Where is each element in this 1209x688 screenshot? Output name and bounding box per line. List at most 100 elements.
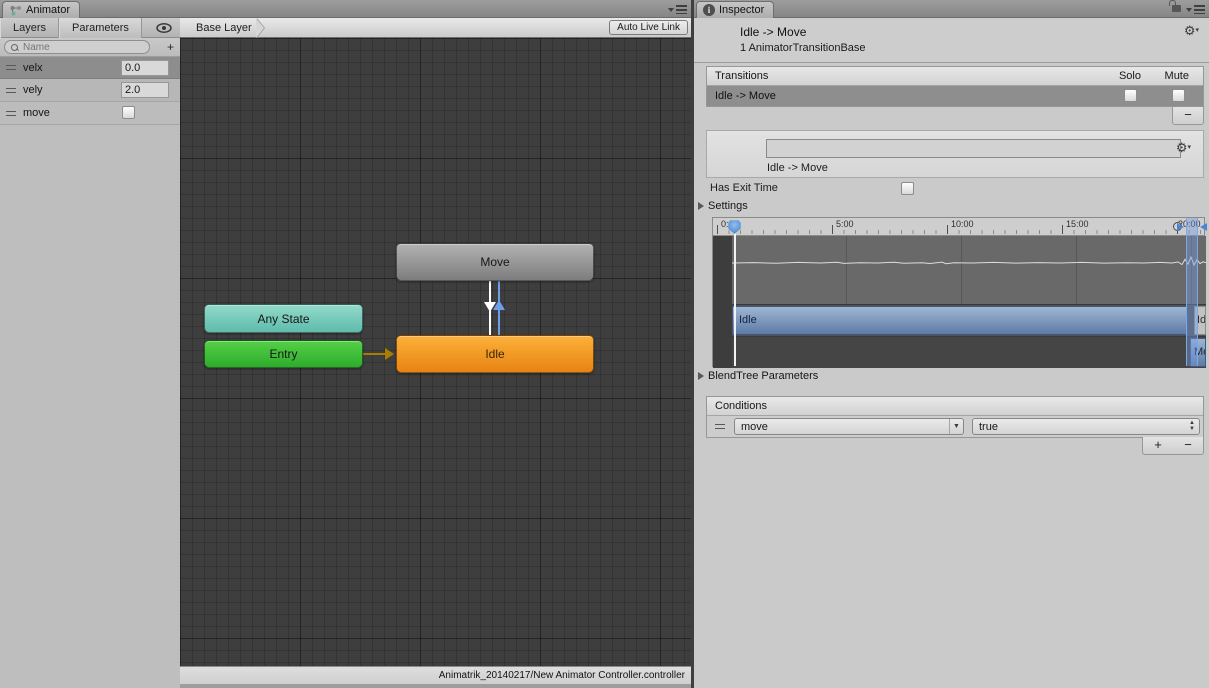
playhead-line xyxy=(734,232,736,366)
remove-transition-button[interactable]: − xyxy=(1172,107,1204,125)
condition-row: move ▼ true ▲▼ xyxy=(707,416,1203,437)
parameter-row-velx[interactable]: velx xyxy=(0,56,180,79)
transition-row-label: Idle -> Move xyxy=(715,90,776,102)
timeline-ruler[interactable]: 0:00 5:00 10:00 15:00 20:00 xyxy=(713,218,1204,236)
inspector-tab[interactable]: i Inspector xyxy=(696,1,774,18)
has-exit-time-label: Has Exit Time xyxy=(710,182,778,194)
parameters-sidebar: Layers Parameters + velx xyxy=(0,18,180,688)
dropdown-arrow-icon xyxy=(668,8,674,12)
bottom-edge xyxy=(180,684,691,688)
gear-icon[interactable]: ⚙ xyxy=(1176,141,1191,154)
menu-lines-icon xyxy=(676,5,687,14)
animator-tab[interactable]: Animator xyxy=(2,1,80,18)
gear-icon[interactable]: ⚙ xyxy=(1184,24,1199,37)
parameter-row-vely[interactable]: vely xyxy=(0,79,180,102)
breadcrumb-bar: Base Layer Auto Live Link xyxy=(180,18,691,38)
search-field[interactable] xyxy=(4,40,150,54)
parameter-checkbox[interactable] xyxy=(122,106,135,119)
tab-parameters[interactable]: Parameters xyxy=(59,18,142,38)
controller-status-bar: Animatrik_20140217/New Animator Controll… xyxy=(180,666,691,684)
timeline-left-gutter xyxy=(713,236,732,368)
preview-curve-area[interactable] xyxy=(732,236,1206,304)
animator-tabstrip: Animator xyxy=(0,0,691,18)
info-icon: i xyxy=(703,4,715,16)
transition-end-marker-icon[interactable] xyxy=(1200,223,1207,231)
transition-title: Idle -> Move xyxy=(740,25,806,39)
state-node-entry[interactable]: Entry xyxy=(204,340,363,368)
timeline-track-source: Idle Idle xyxy=(732,304,1206,336)
menu-lines-icon xyxy=(1194,5,1205,14)
blendtree-parameters-foldout[interactable]: BlendTree Parameters xyxy=(698,370,818,382)
unity-editor: Animator Layers Parameters xyxy=(0,0,1209,688)
transition-row-selected[interactable]: Idle -> Move xyxy=(707,86,1203,106)
conditions-header: Conditions xyxy=(707,397,1203,416)
condition-parameter-dropdown[interactable]: move ▼ xyxy=(734,418,964,435)
entry-arrow-icon xyxy=(385,348,394,360)
state-label: Idle xyxy=(485,347,504,361)
transition-arrow-up-icon[interactable] xyxy=(493,300,505,310)
transitions-header: Transitions Solo Mute xyxy=(707,67,1203,86)
transition-region-band[interactable] xyxy=(1186,218,1198,366)
solo-checkbox[interactable] xyxy=(1124,89,1137,102)
tab-layers[interactable]: Layers xyxy=(0,18,59,38)
auto-live-link-button[interactable]: Auto Live Link xyxy=(609,20,688,35)
sidebar-subtabs: Layers Parameters xyxy=(0,18,180,38)
remove-condition-button[interactable]: − xyxy=(1173,437,1203,454)
conditions-section: Conditions move ▼ true ▲▼ xyxy=(706,396,1204,438)
eye-icon xyxy=(156,23,172,33)
conditions-header-label: Conditions xyxy=(715,400,767,412)
animator-pane-menu-icon[interactable] xyxy=(668,5,687,14)
condition-value-dropdown[interactable]: true ▲▼ xyxy=(972,418,1200,435)
transitions-header-label: Transitions xyxy=(715,70,768,82)
transitions-section: Transitions Solo Mute Idle -> Move xyxy=(706,66,1204,107)
clip-idle[interactable]: Idle xyxy=(732,306,1188,335)
mute-checkbox[interactable] xyxy=(1172,89,1185,102)
inspector-header: Idle -> Move 1 AnimatorTransitionBase ⚙ xyxy=(694,18,1209,63)
parameter-search-row: + xyxy=(0,38,180,57)
controller-path: Animatrik_20140217/New Animator Controll… xyxy=(439,670,685,681)
add-parameter-button[interactable]: + xyxy=(167,40,174,54)
search-input[interactable] xyxy=(21,41,143,54)
chevron-down-icon: ▼ xyxy=(949,419,963,434)
state-node-idle[interactable]: Idle xyxy=(396,335,594,373)
state-machine-canvas[interactable]: Move Any State Entry Idle xyxy=(180,38,691,666)
ruler-label: 5:00 xyxy=(836,219,854,229)
preview-eye-icon[interactable] xyxy=(156,23,172,33)
state-node-move[interactable]: Move xyxy=(396,243,594,281)
blendtree-parameters-label: BlendTree Parameters xyxy=(708,370,818,382)
state-node-any-state[interactable]: Any State xyxy=(204,304,363,333)
state-label: Any State xyxy=(257,312,309,326)
inspector-tabstrip: i Inspector xyxy=(694,0,1209,18)
solo-label: Solo xyxy=(1119,67,1141,85)
transition-name-field[interactable] xyxy=(766,139,1181,158)
parameter-value-field[interactable] xyxy=(121,82,169,98)
parameter-row-move[interactable]: move xyxy=(0,102,180,125)
transition-start-marker-icon[interactable] xyxy=(1177,223,1184,231)
inspector-pane-menu-icon[interactable] xyxy=(1186,5,1205,14)
transition-subtitle: 1 AnimatorTransitionBase xyxy=(740,42,866,54)
has-exit-time-checkbox[interactable] xyxy=(901,182,914,195)
settings-foldout[interactable]: Settings xyxy=(698,200,748,212)
mute-label: Mute xyxy=(1165,67,1189,85)
drag-handle-icon[interactable] xyxy=(6,111,16,116)
ruler-label: 10:00 xyxy=(951,219,974,229)
settings-label: Settings xyxy=(708,200,748,212)
clip-label: Idle xyxy=(1197,314,1206,326)
add-condition-button[interactable]: + xyxy=(1143,437,1173,454)
drag-handle-icon[interactable] xyxy=(6,88,16,93)
enum-arrows-icon: ▲▼ xyxy=(1189,420,1195,432)
state-label: Entry xyxy=(269,347,297,361)
conditions-buttons: + − xyxy=(1142,437,1204,455)
condition-value: true xyxy=(979,421,998,433)
drag-handle-icon[interactable] xyxy=(715,424,725,429)
foldout-triangle-icon xyxy=(698,202,704,210)
parameter-value-field[interactable] xyxy=(121,60,169,76)
breadcrumb[interactable]: Base Layer xyxy=(180,18,256,38)
transition-timeline[interactable]: 0:00 5:00 10:00 15:00 20:00 Idle xyxy=(712,217,1205,367)
state-label: Move xyxy=(480,255,509,269)
animator-window: Animator Layers Parameters xyxy=(0,0,691,688)
animator-icon xyxy=(9,5,22,16)
lock-icon[interactable] xyxy=(1172,5,1181,12)
drag-handle-icon[interactable] xyxy=(6,65,16,70)
inspector-tab-label: Inspector xyxy=(719,4,764,16)
